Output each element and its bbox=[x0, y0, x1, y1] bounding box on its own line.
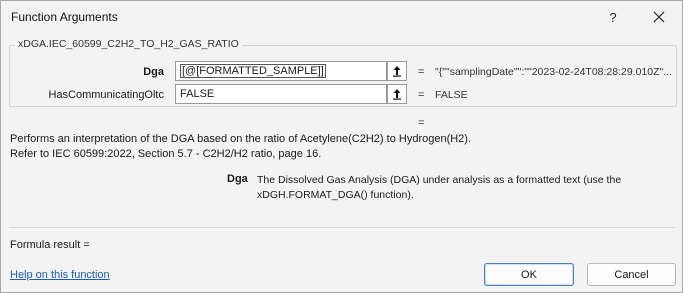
has-communicating-oltc-input[interactable]: FALSE bbox=[175, 84, 387, 104]
range-select-icon bbox=[393, 89, 401, 100]
help-on-function-link[interactable]: Help on this function bbox=[10, 269, 110, 281]
parameter-help-text: The Dissolved Gas Analysis (DGA) under a… bbox=[257, 174, 622, 201]
divider bbox=[9, 227, 675, 228]
function-result-equals: = bbox=[418, 117, 425, 129]
close-icon bbox=[653, 11, 665, 23]
arg-result-has-communicating-oltc: FALSE bbox=[435, 89, 468, 101]
has-communicating-oltc-input-value: FALSE bbox=[180, 88, 215, 100]
dga-collapse-button[interactable] bbox=[387, 61, 407, 81]
arg-label-dga: Dga bbox=[143, 66, 164, 78]
range-select-icon bbox=[393, 66, 401, 77]
dga-input-value: [@[FORMATTED_SAMPLE]] bbox=[180, 64, 326, 78]
help-button[interactable]: ? bbox=[597, 3, 629, 31]
cancel-button[interactable]: Cancel bbox=[587, 263, 676, 286]
question-mark-icon: ? bbox=[609, 9, 617, 25]
function-name: xDGA.IEC_60599_C2H2_TO_H2_GAS_RATIO bbox=[15, 38, 242, 50]
function-description: Performs an interpretation of the DGA ba… bbox=[10, 132, 471, 162]
close-button[interactable] bbox=[643, 3, 675, 31]
function-description-line-1: Performs an interpretation of the DGA ba… bbox=[10, 133, 472, 145]
arg-equals-has-communicating-oltc: = bbox=[418, 89, 425, 101]
function-arguments-dialog: Function Arguments ? xDGA.IEC_60599_C2H2… bbox=[0, 0, 683, 293]
has-communicating-oltc-collapse-button[interactable] bbox=[387, 84, 407, 104]
dialog-title: Function Arguments bbox=[11, 10, 118, 24]
function-description-line-2: Refer to IEC 60599:2022, Section 5.7 - C… bbox=[10, 148, 322, 160]
arg-result-dga: "{""samplingDate"":""2023-02-24T08:28:29… bbox=[435, 66, 673, 78]
ok-button[interactable]: OK bbox=[484, 263, 574, 286]
formula-result-label: Formula result = bbox=[10, 239, 90, 251]
arg-equals-dga: = bbox=[418, 66, 425, 78]
title-bar: Function Arguments ? bbox=[1, 1, 682, 33]
arg-label-has-communicating-oltc: HasCommunicatingOltc bbox=[48, 89, 164, 101]
dga-input[interactable]: [@[FORMATTED_SAMPLE]] bbox=[175, 61, 387, 81]
parameter-help-name: Dga bbox=[227, 173, 248, 185]
